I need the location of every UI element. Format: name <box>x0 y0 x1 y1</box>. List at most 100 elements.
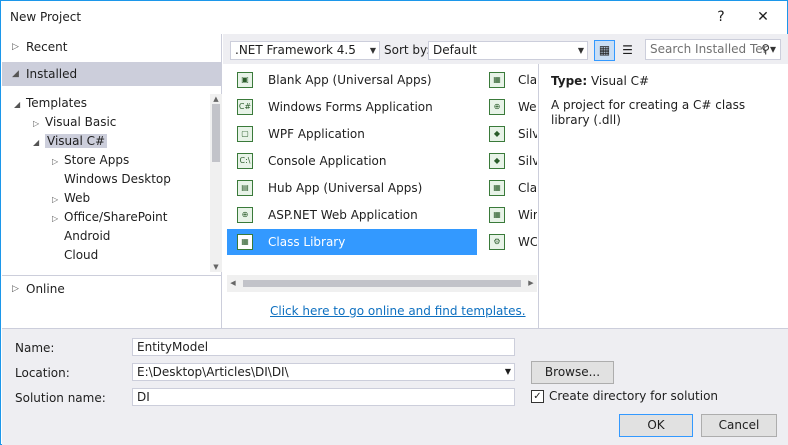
template-col2-item[interactable]: ▦ Clas <box>487 67 537 93</box>
tree-item-office-sharepoint[interactable]: ▷ Office/SharePoint <box>52 208 168 227</box>
windows-forms-icon: C# <box>237 99 253 115</box>
chevron-down-icon: ▼ <box>369 46 376 55</box>
template-aspnet[interactable]: ⊕ ASP.NET Web Application <box>227 202 477 228</box>
type-value: Visual C# <box>590 74 650 88</box>
tree-item-android[interactable]: Android <box>52 227 110 246</box>
sort-value: Default <box>433 43 477 57</box>
template-name: Web <box>518 100 537 114</box>
template-col2-item[interactable]: ▦ Wir <box>487 202 537 228</box>
scroll-right-icon[interactable]: ▶ <box>525 275 537 292</box>
tree-item-web[interactable]: ▷ Web <box>52 189 90 208</box>
solution-name-input[interactable]: DI <box>132 388 515 406</box>
chevron-down-icon: ◢ <box>14 100 21 109</box>
silverlight-icon: ◆ <box>489 126 505 142</box>
tree-item-visual-basic[interactable]: ▷ Visual Basic <box>33 113 116 132</box>
nav-recent[interactable]: ▷ Recent <box>2 35 222 59</box>
template-wpf[interactable]: ▢ WPF Application <box>227 121 477 147</box>
templates-toolbar: .NET Framework 4.5 ▼ Sort by: Default ▼ … <box>223 34 788 64</box>
template-name: Clas <box>518 181 537 195</box>
browse-button[interactable]: Browse... <box>531 361 614 384</box>
tree-label: Cloud <box>64 248 99 262</box>
wcf-icon: ⚙ <box>489 234 505 250</box>
location-value: E:\Desktop\Articles\DI\DI\ <box>137 365 289 379</box>
template-col2-item[interactable]: ⊕ Web <box>487 94 537 120</box>
template-col2-item[interactable]: ◆ Silv <box>487 121 537 147</box>
tree-label: Office/SharePoint <box>64 210 168 224</box>
tree-label: Web <box>64 191 91 205</box>
sort-select[interactable]: Default ▼ <box>428 41 588 60</box>
silverlight-icon: ◆ <box>489 153 505 169</box>
template-description: A project for creating a C# class librar… <box>551 98 746 127</box>
tree-label: Android <box>64 229 111 243</box>
tree-label: Windows Desktop <box>64 172 171 186</box>
hub-app-icon: ▤ <box>237 180 253 196</box>
tree-item-cloud[interactable]: Cloud <box>52 246 98 265</box>
windows-service-icon: ▦ <box>489 207 505 223</box>
nav-installed[interactable]: ◢ Installed <box>2 62 222 86</box>
cancel-button[interactable]: Cancel <box>701 414 777 437</box>
tree-label: Templates <box>26 96 88 110</box>
sort-by-label: Sort by: <box>384 43 431 57</box>
template-col2-item[interactable]: ◆ Silv <box>487 148 537 174</box>
create-directory-checkbox[interactable]: ✓ <box>531 390 544 403</box>
tree-item-store-apps[interactable]: ▷ Store Apps <box>52 151 129 170</box>
ok-button[interactable]: OK <box>619 414 693 437</box>
template-blank-app[interactable]: ▣ Blank App (Universal Apps) <box>227 67 477 93</box>
template-console[interactable]: C:\ Console Application <box>227 148 477 174</box>
scroll-left-icon[interactable]: ◀ <box>227 275 239 292</box>
help-icon[interactable]: ? <box>711 7 731 27</box>
template-hub-app[interactable]: ▤ Hub App (Universal Apps) <box>227 175 477 201</box>
template-windows-forms[interactable]: C# Windows Forms Application <box>227 94 477 120</box>
tree-label: Visual C# <box>45 134 108 148</box>
scrollbar-thumb[interactable] <box>212 104 220 162</box>
template-col2-item[interactable]: ▦ Clas <box>487 175 537 201</box>
tree-item-windows-desktop[interactable]: Windows Desktop <box>52 170 171 189</box>
create-directory-label: Create directory for solution <box>549 389 719 403</box>
framework-value: .NET Framework 4.5 <box>235 43 356 57</box>
chevron-right-icon: ▷ <box>52 195 59 204</box>
tree-item-visual-csharp[interactable]: ◢ Visual C# <box>33 132 108 151</box>
search-installed-input[interactable]: Search Installed Ter ⚲▾ <box>645 39 781 60</box>
wpf-icon: ▢ <box>237 126 253 142</box>
scroll-up-icon[interactable]: ▲ <box>210 94 222 104</box>
tree-scrollbar[interactable]: ▲ ▼ <box>210 94 222 272</box>
template-list-scrollbar[interactable]: ◀ ▶ <box>227 275 537 292</box>
location-label: Location: <box>15 366 70 380</box>
find-online-templates-link[interactable]: Click here to go online and find templat… <box>270 304 526 318</box>
grid-view-icon: ▦ <box>598 43 611 57</box>
framework-select[interactable]: .NET Framework 4.5 ▼ <box>230 41 380 60</box>
template-name: Console Application <box>268 154 387 168</box>
template-col2-item[interactable]: ⚙ WC <box>487 229 537 255</box>
template-name: Hub App (Universal Apps) <box>268 181 423 195</box>
medium-icons-view-button[interactable]: ▦ <box>594 40 615 61</box>
template-name: ASP.NET Web Application <box>268 208 418 222</box>
globe-icon: ⊕ <box>237 207 253 223</box>
class-library-icon: ▦ <box>489 180 505 196</box>
chevron-down-icon: ▼ <box>577 46 584 55</box>
template-name: Silv <box>518 154 537 168</box>
chevron-right-icon: ▷ <box>52 214 59 223</box>
list-view-button[interactable]: ☰ <box>617 40 638 61</box>
solution-name-value: DI <box>137 390 150 404</box>
project-name-input[interactable]: EntityModel <box>132 338 515 356</box>
solution-name-label: Solution name: <box>15 391 106 405</box>
close-icon[interactable]: ✕ <box>753 7 773 27</box>
list-view-icon: ☰ <box>622 43 633 57</box>
chevron-down-icon: ◢ <box>33 138 40 147</box>
globe-icon: ⊕ <box>489 99 505 115</box>
console-icon: C:\ <box>237 153 253 169</box>
scrollbar-thumb[interactable] <box>243 280 521 287</box>
nav-online[interactable]: ▷ Online <box>2 277 222 301</box>
template-name: Class Library <box>268 235 346 249</box>
scroll-down-icon[interactable]: ▼ <box>210 262 222 272</box>
tree-item-templates[interactable]: ◢ Templates <box>14 94 87 113</box>
template-name: Windows Forms Application <box>268 100 433 114</box>
class-library-icon: ▦ <box>237 234 253 250</box>
template-name: WC <box>518 235 537 249</box>
location-select[interactable]: E:\Desktop\Articles\DI\DI\ ▼ <box>132 363 515 381</box>
template-class-library[interactable]: ▦ Class Library <box>227 229 477 255</box>
template-name: Clas <box>518 73 537 87</box>
nav-installed-label: Installed <box>26 67 78 81</box>
chevron-right-icon: ▷ <box>52 157 59 166</box>
search-icon[interactable]: ⚲▾ <box>761 40 776 59</box>
